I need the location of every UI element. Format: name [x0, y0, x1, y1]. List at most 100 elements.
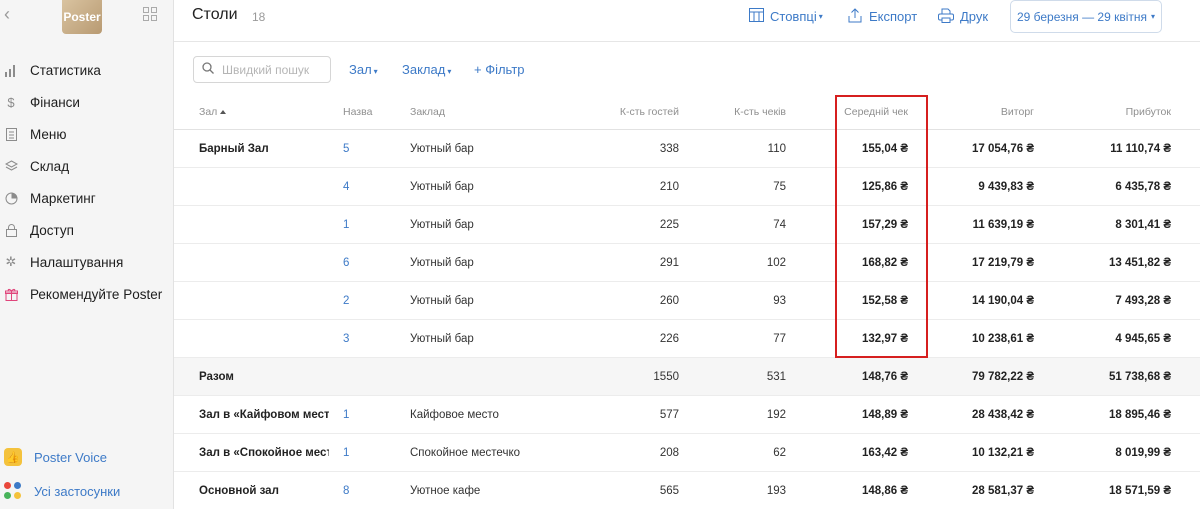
columns-label: Стовпці	[770, 8, 817, 24]
cell-profit: 18 571,59 ₴	[1108, 484, 1171, 497]
cell-profit: 6 435,78 ₴	[1115, 180, 1171, 193]
cell-guests: 208	[659, 446, 679, 459]
cell-profit: 8 019,99 ₴	[1115, 446, 1171, 459]
sidebar: ‹ Poster Статистика $ Фінанси Меню Склад…	[0, 0, 174, 509]
cell-revenue: 17 054,76 ₴	[971, 142, 1034, 155]
sidebar-nav: Статистика $ Фінанси Меню Склад Маркетин…	[0, 54, 174, 310]
cell-avg-check: 148,89 ₴	[861, 408, 908, 421]
cell-checks: 192	[766, 408, 786, 421]
print-button[interactable]: Друк	[938, 8, 988, 24]
header-guests[interactable]: К-сть гостей	[579, 94, 679, 129]
cell-place: Кайфовое место	[410, 408, 499, 421]
cell-name[interactable]: 4	[343, 168, 383, 205]
sidebar-item-recommend[interactable]: Рекомендуйте Poster	[0, 278, 174, 310]
cell-checks: 110	[767, 142, 786, 155]
document-icon	[4, 127, 18, 141]
cell-revenue: 28 438,42 ₴	[971, 408, 1034, 421]
sidebar-item-warehouse[interactable]: Склад	[0, 150, 174, 182]
cell-place	[410, 358, 590, 395]
cell-profit: 51 738,68 ₴	[1108, 370, 1171, 383]
zaklad-filter-label: Заклад	[402, 62, 446, 77]
cell-checks: 102	[766, 256, 786, 269]
total-row: Разом 1550 531 148,76 ₴ 79 782,22 ₴ 51 738,68…	[174, 358, 1200, 396]
cell-avg-check: 152,58 ₴	[861, 294, 908, 307]
cell-avg-check: 132,97 ₴	[861, 332, 908, 345]
zal-filter-dropdown[interactable]: Зал ▾	[349, 62, 378, 77]
cell-avg-check: 125,86 ₴	[861, 180, 908, 193]
back-arrow-icon[interactable]: ‹	[4, 5, 16, 23]
header-revenue[interactable]: Виторг	[934, 94, 1034, 129]
header-name[interactable]: Назва	[343, 94, 383, 129]
chevron-down-icon: ▾	[447, 67, 452, 76]
cell-name[interactable]: 6	[343, 244, 383, 281]
cell-profit: 18 895,46 ₴	[1108, 408, 1171, 421]
cell-profit: 7 493,28 ₴	[1115, 294, 1171, 307]
cell-place: Уютный бар	[410, 294, 474, 307]
cell-checks: 193	[766, 484, 786, 497]
table-columns-icon	[748, 8, 764, 24]
sidebar-item-label: Склад	[30, 158, 70, 174]
app-root: ‹ Poster Статистика $ Фінанси Меню Склад…	[0, 0, 1200, 509]
columns-button[interactable]: Стовпці ▾	[748, 8, 823, 24]
zaklad-filter-dropdown[interactable]: Заклад ▾	[402, 62, 451, 77]
apps-grid-icon[interactable]	[143, 7, 158, 22]
date-range-picker[interactable]: 29 березня — 29 квітня ▾	[1010, 0, 1162, 33]
sidebar-item-label: Фінанси	[30, 94, 80, 110]
header-place[interactable]: Заклад	[410, 94, 590, 129]
table-row: 2 Уютный бар 260 93 152,58 ₴ 14 190,04 ₴ 7 493…	[174, 282, 1200, 320]
poster-logo[interactable]: Poster	[62, 0, 102, 34]
chevron-down-icon: ▾	[818, 11, 823, 21]
cell-place: Уютный бар	[410, 142, 474, 155]
sidebar-item-access[interactable]: Доступ	[0, 214, 174, 246]
cell-checks: 77	[773, 332, 786, 345]
sidebar-item-marketing[interactable]: Маркетинг	[0, 182, 174, 214]
sidebar-item-menu[interactable]: Меню	[0, 118, 174, 150]
cell-revenue: 28 581,37 ₴	[971, 484, 1034, 497]
cell-name[interactable]: 1	[343, 396, 383, 433]
cell-name[interactable]: 2	[343, 282, 383, 319]
search-input[interactable]: Швидкий пошук	[193, 56, 331, 83]
cell-name[interactable]: 1	[343, 434, 383, 471]
cell-guests: 210	[659, 180, 679, 193]
export-button[interactable]: Експорт	[847, 8, 917, 24]
cell-name[interactable]: 8	[343, 472, 383, 509]
cell-checks: 62	[773, 446, 786, 459]
sidebar-item-finance[interactable]: $ Фінанси	[0, 86, 174, 118]
cell-zal: Зал в «Кайфовом месте»	[199, 408, 329, 421]
cell-revenue: 10 132,21 ₴	[971, 446, 1034, 459]
table-row: Зал в «Спокойное местечко» 1 Спокойное мес…	[174, 434, 1200, 472]
tables-count: 18	[252, 10, 266, 24]
chart-icon	[4, 63, 18, 77]
chevron-down-icon: ▾	[1151, 12, 1156, 21]
sidebar-item-label: Меню	[30, 126, 67, 142]
sidebar-item-label: Доступ	[30, 222, 74, 238]
cell-name[interactable]: 3	[343, 320, 383, 357]
cell-avg-check: 155,04 ₴	[861, 142, 908, 155]
poster-voice-link[interactable]: 👍 Poster Voice	[0, 440, 174, 474]
print-label: Друк	[960, 8, 989, 24]
table-row: 6 Уютный бар 291 102 168,82 ₴ 17 219,79 ₴ 13 4…	[174, 244, 1200, 282]
sidebar-item-statistics[interactable]: Статистика	[0, 54, 174, 86]
sidebar-item-settings[interactable]: ✲ Налаштування	[0, 246, 174, 278]
tables-report: Зал Назва Заклад К-сть гостей К-сть чекі…	[174, 94, 1200, 509]
search-placeholder: Швидкий пошук	[222, 62, 310, 77]
header-zal[interactable]: Зал	[199, 94, 329, 129]
cell-profit: 4 945,65 ₴	[1115, 332, 1171, 345]
sort-asc-icon	[220, 109, 227, 114]
header-profit[interactable]: Прибуток	[1071, 94, 1171, 129]
search-icon	[202, 62, 214, 77]
all-apps-link[interactable]: Усі застосунки	[0, 474, 174, 508]
cell-name[interactable]: 1	[343, 206, 383, 243]
dollar-icon: $	[7, 94, 15, 110]
cell-zal: Разом	[199, 370, 234, 383]
add-filter-button[interactable]: + Фільтр	[474, 62, 525, 77]
header-avg-check[interactable]: Середній чек	[808, 94, 908, 129]
cell-checks: 74	[773, 218, 786, 231]
cell-checks: 75	[773, 180, 786, 193]
cell-revenue: 10 238,61 ₴	[971, 332, 1034, 345]
cell-place: Спокойное местечко	[410, 446, 520, 459]
cell-name[interactable]: 5	[343, 130, 383, 167]
cell-guests: 291	[659, 256, 679, 269]
table-row: 1 Уютный бар 225 74 157,29 ₴ 11 639,19 ₴ 8 301…	[174, 206, 1200, 244]
header-checks[interactable]: К-сть чеків	[686, 94, 786, 129]
